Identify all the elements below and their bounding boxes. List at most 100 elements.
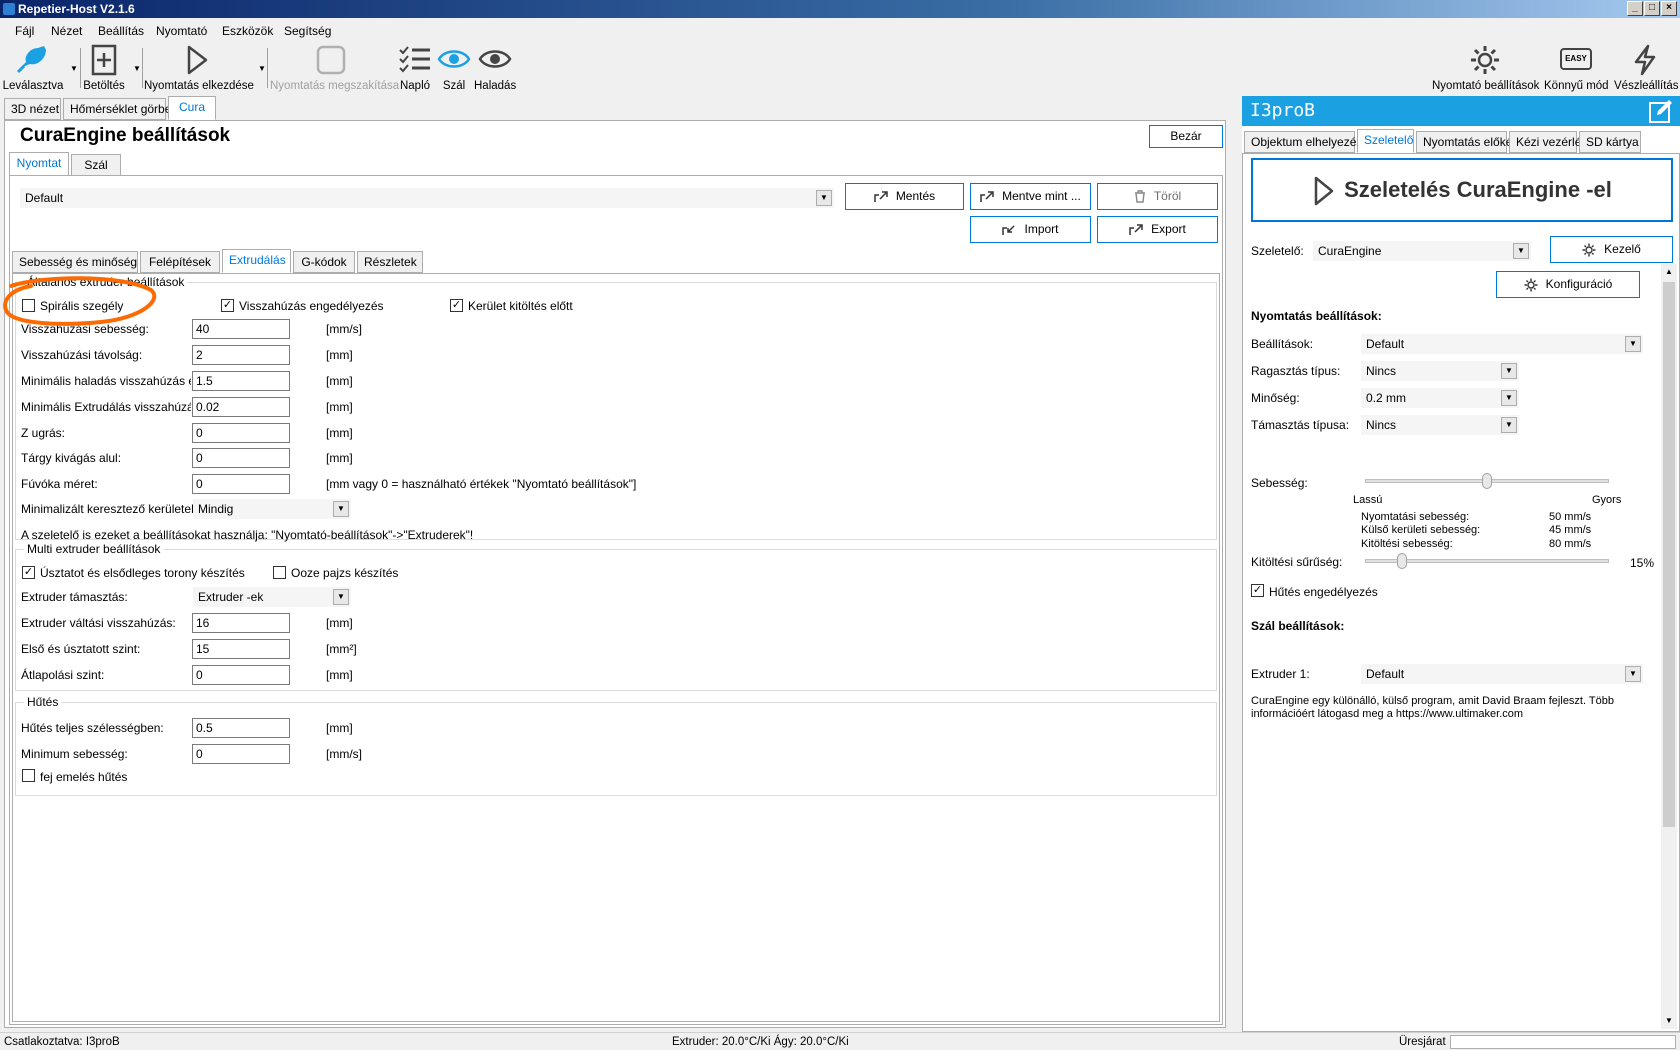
retraction-checkbox[interactable]: ✓ (221, 299, 234, 312)
menu-settings[interactable]: Beállítás (98, 24, 144, 38)
tab-print-preview[interactable]: Nyomtatás előkép (1416, 131, 1519, 153)
cooling-checkbox[interactable]: ✓ (1251, 584, 1264, 597)
chevron-down-icon[interactable]: ▼ (258, 64, 266, 73)
tab-details[interactable]: Részletek (357, 251, 423, 273)
retraction-speed-input[interactable]: 40 (192, 319, 290, 339)
menu-tools[interactable]: Eszközök (222, 24, 273, 38)
z-hop-input[interactable]: 0 (192, 423, 290, 443)
scroll-up-icon[interactable]: ▲ (1661, 264, 1677, 280)
full-width-cooling-input[interactable]: 0.5 (192, 718, 290, 738)
menu-printer[interactable]: Nyomtató (156, 24, 207, 38)
row-label: Fúvóka méret: (21, 477, 98, 491)
row-label: Első és úsztatott szint: (21, 642, 141, 656)
save-button[interactable]: Mentés (845, 183, 964, 210)
tab-object-placement[interactable]: Objektum elhelyezése (1244, 131, 1369, 153)
speed-slider[interactable] (1482, 473, 1492, 489)
ooze-shield-checkbox[interactable] (273, 566, 286, 579)
menu-view[interactable]: Nézet (51, 24, 82, 38)
chevron-down-icon[interactable]: ▼ (133, 64, 141, 73)
minimize-button[interactable]: _ (1627, 1, 1643, 16)
slice-button[interactable]: Szeletelés CuraEngine -el (1251, 158, 1673, 222)
close-button[interactable]: Bezár (1149, 125, 1223, 148)
delete-button[interactable]: Töröl (1097, 183, 1218, 210)
tab-manual-control[interactable]: Kézi vezérlés (1509, 131, 1587, 153)
play-icon (187, 45, 208, 75)
settings-select[interactable]: Default ▼ (1361, 334, 1643, 354)
tab-speed-quality[interactable]: Sebesség és minőség (12, 251, 138, 273)
page-title: CuraEngine beállítások (20, 125, 231, 146)
save-as-button[interactable]: Mentve mint ... (970, 183, 1091, 210)
eye-icon (437, 50, 471, 68)
load-button[interactable]: Betöltés (82, 42, 126, 94)
easy-mode-button[interactable]: EASY Könnyű mód (1544, 42, 1609, 94)
chevron-down-icon: ▼ (1501, 390, 1517, 406)
close-window-button[interactable]: × (1661, 1, 1677, 16)
maximize-button[interactable]: □ (1644, 1, 1660, 16)
idle-status: Üresjárat (1399, 1036, 1446, 1048)
disconnect-button[interactable]: Leválasztva (2, 42, 64, 94)
title-bar: Repetier-Host V2.1.6 _ □ × (0, 0, 1680, 18)
edit-icon[interactable] (1648, 98, 1674, 124)
min-speed-input[interactable]: 0 (192, 744, 290, 764)
menu-file[interactable]: Fájl (15, 24, 34, 38)
cut-bottom-input[interactable]: 0 (192, 448, 290, 468)
switch-retraction-input[interactable]: 16 (192, 613, 290, 633)
cura-settings-panel: CuraEngine beállítások Bezár Nyomtat Szá… (3, 120, 1226, 1028)
head-lift-checkbox[interactable] (22, 769, 35, 782)
filament-button[interactable]: Szál (436, 42, 472, 94)
fast-label: Gyors (1592, 494, 1622, 506)
overlap-input[interactable]: 0 (192, 665, 290, 685)
tab-cura[interactable]: Cura (168, 96, 216, 120)
tab-print[interactable]: Nyomtat (9, 152, 69, 176)
first-layer-input[interactable]: 15 (192, 639, 290, 659)
scroll-down-icon[interactable]: ▼ (1661, 1013, 1677, 1029)
support-type-label: Támasztás típusa: (1251, 418, 1350, 432)
extruder1-select[interactable]: Default ▼ (1361, 664, 1643, 684)
wipe-tower-checkbox[interactable]: ✓ (22, 566, 35, 579)
min-extrusion-input[interactable]: 0.02 (192, 397, 290, 417)
import-button[interactable]: Import (970, 216, 1091, 243)
toolbar: Leválasztva ▼ Betöltés ▼ Nyomtatás elkez… (0, 42, 1680, 94)
row-label: Visszahúzási távolság: (21, 348, 143, 362)
emergency-stop-button[interactable]: Vészleállítás (1614, 42, 1679, 94)
min-travel-input[interactable]: 1.5 (192, 371, 290, 391)
printer-settings-button[interactable]: Nyomtató beállítások (1432, 42, 1539, 94)
slicer-select[interactable]: CuraEngine ▼ (1313, 241, 1531, 261)
tab-gcodes[interactable]: G-kódok (293, 251, 355, 273)
general-extruder-group: Általános extruder beállítások Spirális … (15, 275, 1217, 542)
toolbar-separator (80, 48, 81, 88)
tab-filament[interactable]: Szál (71, 154, 121, 176)
chevron-down-icon: ▼ (1501, 417, 1517, 433)
scrollbar-thumb[interactable] (1663, 282, 1675, 827)
status-bar: Csatlakoztatva: I3proB Extruder: 20.0°C/… (0, 1032, 1680, 1050)
tab-extrusion[interactable]: Extrudálás (222, 249, 291, 273)
scrollbar[interactable]: ▲ ▼ (1661, 264, 1677, 1029)
configuration-button[interactable]: Konfiguráció (1496, 271, 1640, 298)
tab-sd-card[interactable]: SD kártya (1579, 131, 1641, 153)
adhesion-select[interactable]: Nincs ▼ (1361, 361, 1519, 381)
tab-structures[interactable]: Felépítések (140, 251, 220, 273)
easy-mode-icon: EASY (1560, 48, 1592, 70)
retraction-distance-input[interactable]: 2 (192, 345, 290, 365)
extruder-support-select[interactable]: Extruder -ek ▼ (193, 587, 351, 607)
tab-3d-view[interactable]: 3D nézet (4, 98, 61, 120)
chevron-down-icon[interactable]: ▼ (70, 64, 78, 73)
perimeter-checkbox[interactable]: ✓ (450, 299, 463, 312)
group-title: Multi extruder beállítások (24, 542, 164, 556)
quality-select[interactable]: 0.2 mm ▼ (1361, 388, 1519, 408)
menu-help[interactable]: Segítség (284, 24, 331, 38)
start-print-button[interactable]: Nyomtatás elkezdése (144, 42, 254, 94)
manager-button[interactable]: Kezelő (1550, 236, 1673, 263)
tab-temperature-curve[interactable]: Hőmérséklet görbe (63, 98, 171, 120)
infill-density-slider[interactable] (1396, 553, 1407, 569)
nozzle-size-input[interactable]: 0 (192, 474, 290, 494)
progress-button[interactable]: Haladás (474, 42, 516, 94)
profile-select[interactable]: Default ▼ (20, 188, 834, 208)
support-type-select[interactable]: Nincs ▼ (1361, 415, 1519, 435)
tab-slicer[interactable]: Szeletelő (1357, 129, 1414, 153)
export-button[interactable]: Export (1097, 216, 1218, 243)
adhesion-label: Ragasztás típus: (1251, 364, 1341, 378)
log-button[interactable]: Napló (396, 42, 434, 94)
minimize-select[interactable]: Mindig ▼ (193, 499, 351, 519)
stop-print-button[interactable]: Nyomtatás megszakítása (270, 42, 399, 94)
